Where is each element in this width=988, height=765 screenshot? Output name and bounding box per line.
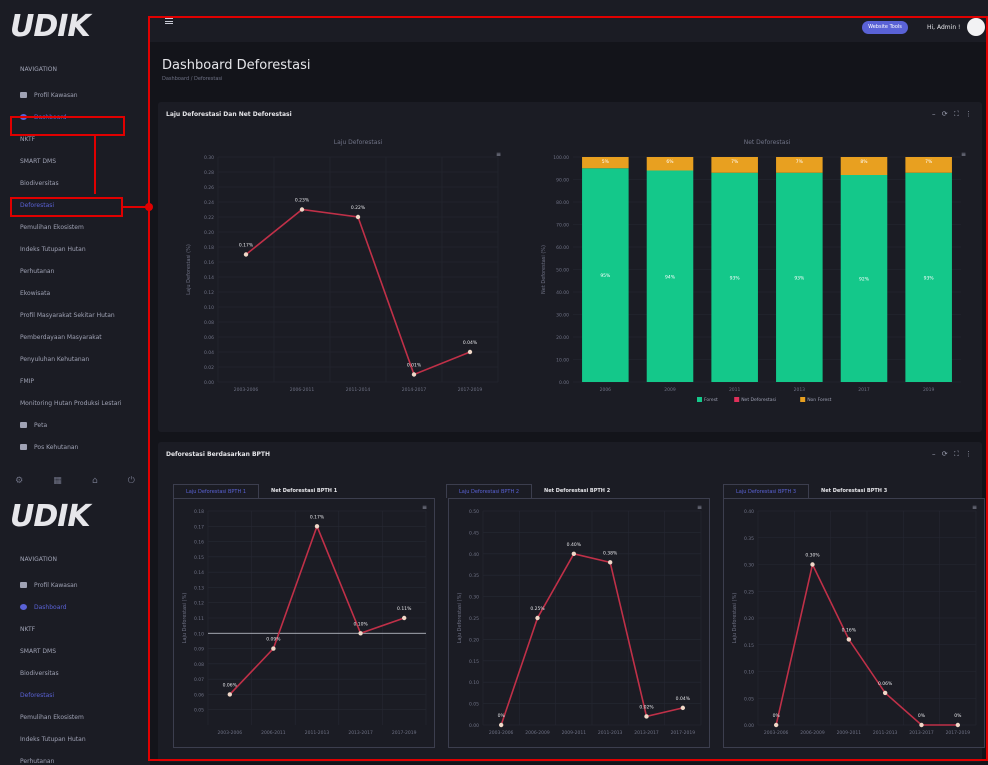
annotation-dashboard-box [10,116,125,136]
sidebar-item-perhutanan[interactable]: Perhutanan [0,260,150,282]
sidebar-item-label: Indeks Tutupan Hutan [20,245,86,253]
nav-section-label: NAVIGATION [20,556,58,563]
sidebar-item-biodiversitas[interactable]: Biodiversitas [0,662,150,684]
profile-icon [20,582,27,588]
sidebar-item-peta[interactable]: Peta [0,414,150,436]
user-icon[interactable]: ⌂ [92,476,98,486]
sidebar-item-perhutanan[interactable]: Perhutanan [0,750,150,765]
sidebar-item-indeks-tutupan-hutan[interactable]: Indeks Tutupan Hutan [0,728,150,750]
logo[interactable]: UDIK [0,0,150,44]
nav-list: Profil Kawasan Dashboard NKTF SMART DMS Biod… [0,84,150,458]
sidebar-item-profil-kawasan[interactable]: Profil Kawasan [0,84,150,106]
annotation-content-box [148,16,988,761]
sidebar-item-label: Pemulihan Ekosistem [20,713,84,721]
sidebar-item-pemulihan-ekosistem[interactable]: Pemulihan Ekosistem [0,706,150,728]
sidebar-item-fmip[interactable]: FMIP [0,370,150,392]
sidebar-item-label: NKTF [20,135,36,143]
sidebar-item-label: SMART DMS [20,647,56,655]
logo-text: UDIK [10,8,91,44]
sidebar-footer: ⚙ ▦ ⌂ ⏻ [0,476,150,486]
sidebar-item-label: Peta [34,421,48,429]
post-icon [20,444,27,450]
sidebar-item-label: NKTF [20,625,36,633]
annotation-connector [94,136,96,194]
sidebar-item-ekowisata[interactable]: Ekowisata [0,282,150,304]
sidebar-item-indeks-tutupan-hutan[interactable]: Indeks Tutupan Hutan [0,238,150,260]
sidebar-item-label: Profil Kawasan [34,581,78,589]
sidebar-item-label: Profil Kawasan [34,91,78,99]
sidebar-item-label: Indeks Tutupan Hutan [20,735,86,743]
sidebar-item-label: Profil Masyarakat Sekitar Hutan [20,311,115,319]
sidebar-item-monitoring-hutan-produksi-lestari[interactable]: Monitoring Hutan Produksi Lestari [0,392,150,414]
grid-icon[interactable]: ▦ [53,476,62,486]
sidebar-item-smart-dms[interactable]: SMART DMS [0,640,150,662]
sidebar-item-label: FMIP [20,377,35,385]
sidebar-item-nktf[interactable]: NKTF [0,618,150,640]
sidebar-item-label: Dashboard [34,603,67,611]
sidebar-item-label: Deforestasi [20,691,55,699]
sidebar-item-pemberdayaan-masyarakat[interactable]: Pemberdayaan Masyarakat [0,326,150,348]
sidebar-item-dashboard[interactable]: Dashboard [0,596,150,618]
sidebar-item-smart-dms[interactable]: SMART DMS [0,150,150,172]
sidebar-item-biodiversitas[interactable]: Biodiversitas [0,172,150,194]
sidebar-item-pemulihan-ekosistem[interactable]: Pemulihan Ekosistem [0,216,150,238]
sidebar-item-label: Monitoring Hutan Produksi Lestari [20,399,122,407]
settings-icon[interactable]: ⚙ [15,476,23,486]
sidebar-item-profil-masyarakat-sekitar-hutan[interactable]: Profil Masyarakat Sekitar Hutan [0,304,150,326]
sidebar-item-label: Perhutanan [20,757,55,765]
profile-icon [20,92,27,98]
sidebar-duplicate: UDIK NAVIGATION Profil Kawasan Dashboard N… [0,490,150,765]
sidebar-item-label: Pemberdayaan Masyarakat [20,333,102,341]
nav-section-label: NAVIGATION [20,66,58,73]
map-icon [20,422,27,428]
sidebar-item-label: Biodiversitas [20,179,59,187]
dashboard-icon [20,604,27,610]
sidebar: UDIK NAVIGATION Profil Kawasan Dashboard N… [0,0,150,490]
logo[interactable]: UDIK [0,490,150,534]
sidebar-item-profil-kawasan[interactable]: Profil Kawasan [0,574,150,596]
sidebar-item-label: Biodiversitas [20,669,59,677]
nav-list: Profil Kawasan Dashboard NKTF SMART DMS Biod… [0,574,150,765]
logout-icon[interactable]: ⏻ [128,476,135,486]
annotation-dot [145,203,153,211]
sidebar-item-penyuluhan-kehutanan[interactable]: Penyuluhan Kehutanan [0,348,150,370]
sidebar-item-deforestasi[interactable]: Deforestasi [0,684,150,706]
logo-text: UDIK [10,498,91,534]
sidebar-item-label: Penyuluhan Kehutanan [20,355,90,363]
sidebar-item-label: Pos Kehutanan [34,443,79,451]
sidebar-item-label: SMART DMS [20,157,56,165]
sidebar-item-pos-kehutanan[interactable]: Pos Kehutanan [0,436,150,458]
sidebar-item-label: Pemulihan Ekosistem [20,223,84,231]
annotation-deforestasi-box [10,197,123,217]
sidebar-item-label: Ekowisata [20,289,51,297]
sidebar-item-label: Perhutanan [20,267,55,275]
